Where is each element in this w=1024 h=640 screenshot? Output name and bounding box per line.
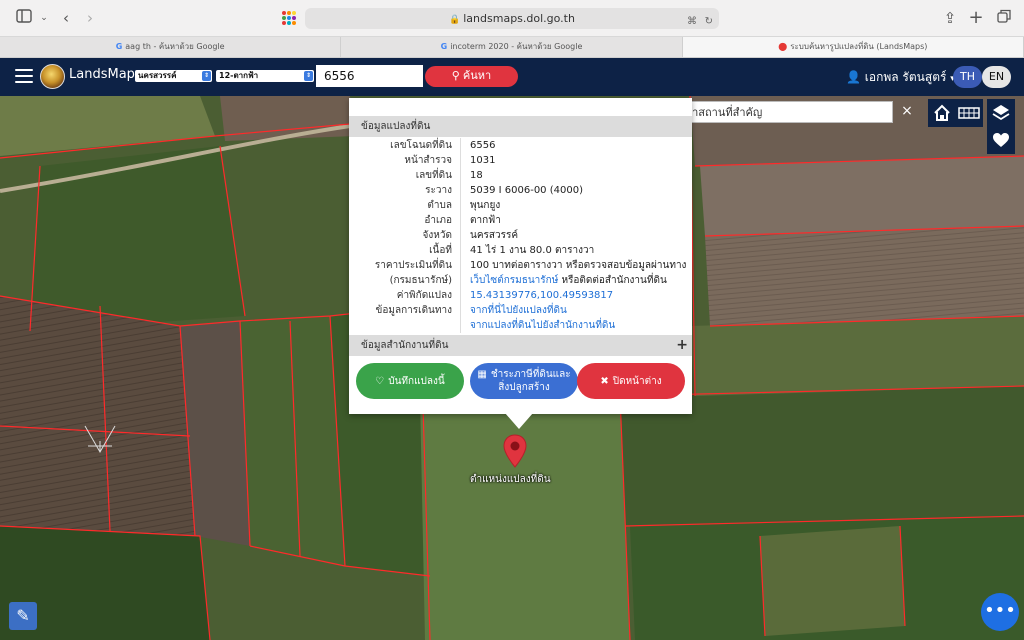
layers-icon	[992, 105, 1010, 121]
info-row: ข้อมูลการเดินทาง จากที่นี่ไปยังแปลงที่ดิน	[375, 303, 567, 318]
chevron-down-icon[interactable]: ⌄	[34, 9, 54, 27]
apps-icon[interactable]	[282, 11, 296, 25]
ruler-button[interactable]: ✎	[9, 602, 37, 630]
lang-th-button[interactable]: TH	[953, 66, 982, 88]
close-icon: ✖	[600, 375, 609, 387]
info-row: จังหวัด นครสวรรค์	[422, 230, 519, 241]
search-icon: ⚲	[451, 70, 460, 82]
district-select[interactable]: 12-ตากฟ้า ⇕	[216, 70, 314, 82]
qr-icon: ▦	[477, 369, 487, 380]
browser-toolbar: ⌄ ‹ › 🔒 landsmaps.dol.go.th ⌘ ↻ ⇪ +	[0, 0, 1024, 37]
share-icon[interactable]: ⇪	[940, 9, 960, 27]
brand-title: LandsMaps	[69, 67, 142, 82]
save-parcel-button[interactable]: ♡ บันทึกแปลงนี้	[356, 363, 464, 399]
app-header: LandsMaps นครสวรรค์ ⇕ 12-ตากฟ้า ⇕ ⚲ ค้นห…	[0, 58, 1024, 96]
popup-pointer	[505, 413, 533, 429]
info-row: เนื้อที่ 41 ไร่ 1 งาน 80.0 ตารางวา	[429, 245, 595, 256]
info-row: เลขโฉนดที่ดิน 6556	[390, 140, 496, 151]
expand-icon[interactable]: +	[676, 335, 688, 356]
select-arrow-icon: ⇕	[202, 71, 211, 81]
pay-tax-button[interactable]: ▦ ชำระภาษีที่ดินและ สิ่งปลูกสร้าง	[470, 363, 578, 399]
google-icon: G	[115, 42, 123, 51]
layers-button[interactable]	[987, 99, 1015, 127]
address-bar[interactable]: 🔒 landsmaps.dol.go.th ⌘ ↻	[305, 8, 719, 29]
menu-icon[interactable]	[15, 69, 33, 83]
tab-landsmaps[interactable]: ⬤ ระบบค้นหารูปแปลงที่ดิน (LandsMaps)	[682, 37, 1024, 57]
google-icon: G	[440, 42, 448, 51]
lang-en-button[interactable]: EN	[982, 66, 1011, 88]
map-pin-icon: ⬤	[778, 42, 788, 51]
forward-icon[interactable]: ›	[80, 9, 100, 27]
translate-icon[interactable]: ⌘	[687, 11, 697, 32]
info-row: จากแปลงที่ดินไปยังสำนักงานที่ดิน	[349, 318, 692, 333]
info-row: ตำบล พุนกยูง	[427, 200, 501, 211]
tab-google-incoterm[interactable]: Gincoterm 2020 - ค้นหาด้วย Google	[341, 37, 683, 57]
search-button[interactable]: ⚲ ค้นหา	[425, 66, 518, 87]
favorite-button[interactable]	[987, 126, 1015, 154]
province-select[interactable]: นครสวรรค์ ⇕	[135, 70, 212, 82]
info-row: ค่าพิกัดแปลง 15.43139776,100.49593817	[396, 288, 614, 303]
info-row: (กรมธนารักษ์) เว็บไซต์กรมธนารักษ์ หรือติด…	[389, 275, 667, 286]
section-parcel-info[interactable]: ข้อมูลแปลงที่ดิน	[349, 116, 692, 137]
sidebar-icon[interactable]	[14, 9, 34, 27]
directions-to-parcel-link[interactable]: จากที่นี่ไปยังแปลงที่ดิน	[470, 303, 567, 318]
parcel-info-table: เลขโฉนดที่ดิน 6556 หน้าสำรวจ 1031 เลขที่ดิ…	[349, 138, 692, 333]
tab-bar: Gaag th - ค้นหาด้วย Google Gincoterm 202…	[0, 37, 1024, 58]
grid-icon	[958, 107, 980, 119]
lock-icon: 🔒	[449, 15, 461, 25]
reload-icon[interactable]: ↻	[705, 11, 713, 32]
location-marker-icon[interactable]	[503, 434, 527, 468]
info-row: ระวาง 5039 I 6006-00 (4000)	[425, 185, 583, 196]
info-row: หน้าสำรวจ 1031	[404, 155, 496, 166]
user-icon: 👤	[846, 70, 861, 84]
back-icon[interactable]: ‹	[56, 9, 76, 27]
section-land-office[interactable]: ข้อมูลสำนักงานที่ดิน +	[349, 335, 692, 356]
more-icon: •••	[984, 600, 1016, 621]
more-button[interactable]: •••	[981, 593, 1019, 631]
heart-icon	[993, 133, 1009, 147]
marker-label: ตำแหน่งแปลงที่ดิน	[470, 474, 551, 485]
coordinates-link[interactable]: 15.43139776,100.49593817	[470, 288, 613, 303]
tab-google-aag[interactable]: Gaag th - ค้นหาด้วย Google	[0, 37, 342, 57]
clear-icon[interactable]: ×	[898, 100, 916, 122]
info-row: เลขที่ดิน 18	[415, 170, 483, 181]
info-row: อำเภอ ตากฟ้า	[424, 215, 501, 226]
ruler-icon: ✎	[16, 606, 30, 625]
directions-to-office-link[interactable]: จากแปลงที่ดินไปยังสำนักงานที่ดิน	[470, 318, 615, 333]
tabs-icon[interactable]	[994, 9, 1014, 27]
heart-icon: ♡	[375, 375, 385, 387]
grid-button[interactable]	[955, 99, 983, 127]
dol-logo	[40, 64, 65, 89]
home-button[interactable]	[928, 99, 956, 127]
user-menu[interactable]: 👤 เอกพล รัตนสูตร์ ▾	[846, 68, 955, 87]
close-popup-button[interactable]: ✖ ปิดหน้าต่าง	[577, 363, 685, 399]
parcel-info-popup: ข้อมูลแปลงที่ดิน เลขโฉนดที่ดิน 6556 หน้าส…	[349, 98, 692, 414]
select-arrow-icon: ⇕	[304, 71, 313, 81]
home-icon	[934, 104, 950, 121]
new-tab-icon[interactable]: +	[966, 9, 986, 27]
treasury-website-link[interactable]: เว็บไซต์กรมธนารักษ์	[470, 275, 558, 286]
deed-number-input[interactable]	[316, 65, 423, 87]
info-row: ราคาประเมินที่ดิน 100 บาทต่อตารางวา หรือต…	[374, 260, 687, 271]
place-search-input[interactable]	[666, 101, 893, 123]
